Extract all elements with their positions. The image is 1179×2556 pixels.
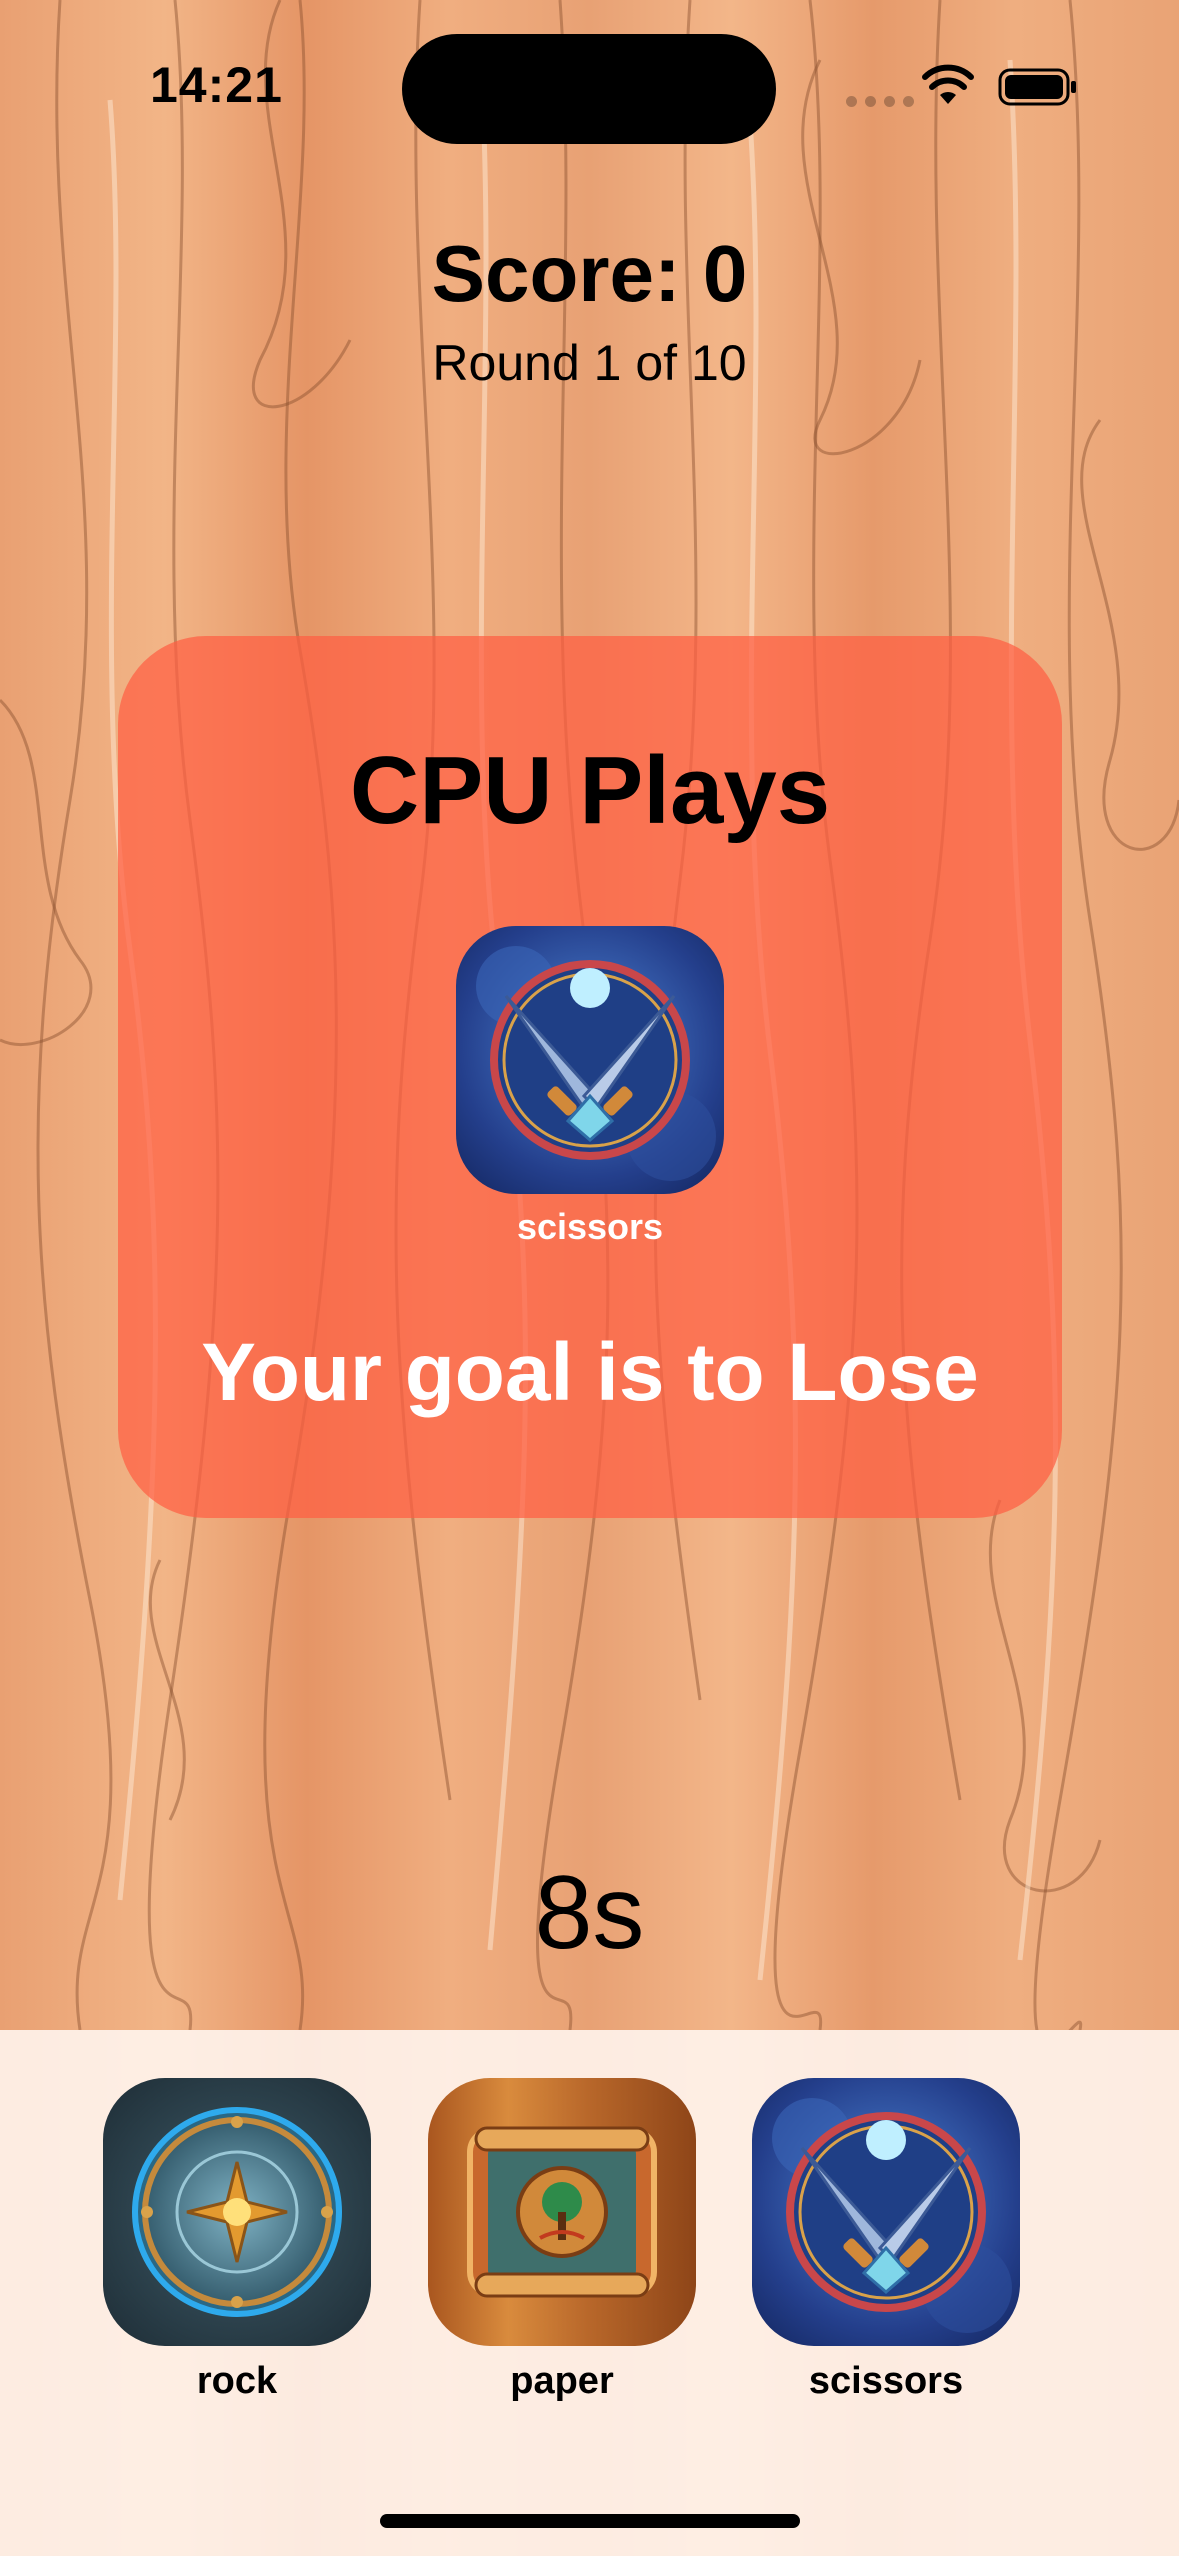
signal-dots-icon [846,96,914,107]
wifi-icon [922,64,974,104]
cpu-title: CPU Plays [349,737,831,844]
rock-icon [103,2078,371,2346]
scissors-icon [456,926,724,1194]
round-label: Round 1 of 10 [432,335,747,391]
scissors-icon [752,2078,1020,2346]
dynamic-island [402,34,776,144]
paper-choice-label: paper [510,2360,614,2402]
goal-text: Your goal is to Lose [201,1327,979,1418]
paper-choice-button[interactable]: paper [428,2078,696,2418]
home-indicator[interactable] [380,2514,800,2528]
rock-choice-label: rock [196,2360,278,2402]
paper-icon [428,2078,696,2346]
scissors-choice-button[interactable]: scissors [752,2078,1020,2418]
choice-tray: rock paper scissors [0,2030,1179,2556]
battery-icon [998,68,1076,106]
scissors-choice-label: scissors [808,2360,964,2402]
cpu-card: CPU Plays scissors Your goal is to Lose [118,636,1062,1518]
rock-choice-button[interactable]: rock [103,2078,371,2418]
score-label: Score: 0 [431,229,748,318]
countdown-timer: 8s [534,1855,645,1971]
status-bar: 14:21 [0,0,1179,170]
cpu-move-label: scissors [516,1206,664,1247]
status-time: 14:21 [150,57,283,113]
